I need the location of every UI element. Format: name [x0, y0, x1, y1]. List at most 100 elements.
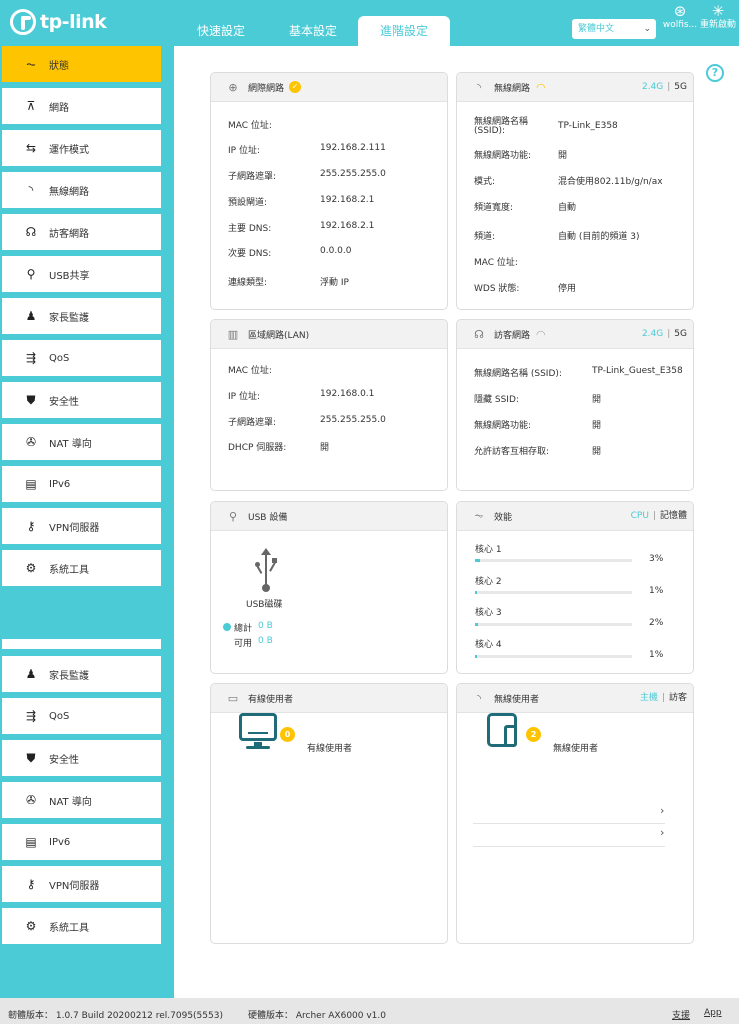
tab-basic[interactable]: 基本設定	[278, 16, 348, 46]
lan-card-header: ▥ 區域網路(LAN)	[211, 320, 447, 349]
sidebar-item-nat-2[interactable]: ✇ NAT 導向	[2, 782, 161, 818]
tab-advanced[interactable]: 進階設定	[358, 16, 450, 46]
vpn-icon: ⚷	[26, 877, 36, 891]
band-switch: 2.4G | 5G	[641, 82, 687, 92]
tab-quick-setup[interactable]: 快速設定	[186, 16, 256, 46]
memory-tab[interactable]: 記憶體	[660, 511, 687, 521]
sidebar-item-vpn-2[interactable]: ⚷ VPN伺服器	[2, 866, 161, 902]
qos-icon: ⇶	[25, 709, 37, 723]
internet-card-header: ⊕ 網際網路 ✓	[211, 73, 447, 102]
band-5g[interactable]: 5G	[674, 82, 687, 92]
sidebar-item-label: NAT 導向	[49, 438, 92, 450]
monitor-icon: ▭	[227, 691, 239, 705]
sidebar-item-label: 訪客網路	[49, 228, 89, 240]
band-24g[interactable]: 2.4G	[642, 82, 663, 92]
mode-icon: ⇆	[25, 141, 37, 155]
cpu-tab[interactable]: CPU	[631, 511, 649, 521]
sidebar-item-system-tools-2[interactable]: ⚙ 系統工具	[2, 908, 161, 944]
sidebar-item-operation-mode[interactable]: ⇆ 運作模式	[2, 130, 161, 166]
wireless-clients-title: 無線使用者	[494, 694, 540, 705]
chevron-down-icon: ⌄	[643, 24, 651, 34]
sidebar-item-ipv6-2[interactable]: ▤ IPv6	[2, 824, 161, 860]
tp-link-logo[interactable]: tp-link	[10, 9, 107, 35]
sidebar-item-guest[interactable]: ☊ 訪客網路	[2, 214, 161, 250]
sidebar-item-security[interactable]: ⛊ 安全性	[2, 382, 161, 418]
sidebar-separator	[2, 639, 161, 649]
tp-link-logo-icon	[10, 9, 36, 35]
nat-icon: ✇	[25, 435, 37, 449]
host-tab[interactable]: 主機	[640, 693, 658, 703]
band-5g[interactable]: 5G	[674, 329, 687, 339]
sidebar-item-qos-2[interactable]: ⇶ QoS	[2, 698, 161, 734]
wired-count-badge: 0	[280, 727, 295, 742]
usb-symbol-icon	[255, 548, 277, 592]
sidebar-item-label: 安全性	[49, 396, 79, 408]
wireless-card-header: ◝ 無線網路 ◠ 2.4G | 5G	[457, 73, 693, 102]
user-label: wolfis...	[662, 20, 698, 30]
top-header: tp-link 快速設定 基本設定 進階設定 繁體中文 ⌄ ⊛ wolfis..…	[0, 0, 739, 46]
sidebar-item-label: 狀態	[49, 60, 69, 72]
sidebar-item-qos[interactable]: ⇶ QoS	[2, 340, 161, 376]
core-bar	[475, 623, 632, 626]
nat-icon: ✇	[25, 793, 37, 807]
wireless-icon: ◝	[476, 80, 482, 94]
sidebar-item-vpn[interactable]: ⚷ VPN伺服器	[2, 508, 161, 544]
core-label: 核心 1	[475, 545, 502, 555]
network-icon: ⊼	[26, 99, 36, 113]
core-value: 1%	[649, 586, 664, 596]
reboot-button[interactable]: ✳ 重新啟動	[698, 3, 738, 30]
language-value: 繁體中文	[578, 24, 615, 34]
internet-card: ⊕ 網際網路 ✓ MAC 位址: IP 位址: 192.168.2.111 子網路…	[210, 72, 448, 310]
sidebar-item-label: 系統工具	[49, 564, 89, 576]
support-link[interactable]: 支援	[672, 1008, 690, 1021]
usb-icon: ⚲	[228, 509, 238, 523]
guest-tab[interactable]: 訪客	[669, 693, 687, 703]
sidebar-item-security-2[interactable]: ⛊ 安全性	[2, 740, 161, 776]
sidebar-item-ipv6[interactable]: ▤ IPv6	[2, 466, 161, 502]
performance-card-header: ⏦ 效能 CPU | 記憶體	[457, 502, 693, 531]
usb-total-dot	[223, 623, 231, 631]
core-label: 核心 4	[475, 640, 502, 650]
user-icon: ⊛	[673, 2, 687, 20]
sidebar-item-status[interactable]: ⏦ 狀態	[2, 46, 161, 82]
band-24g[interactable]: 2.4G	[642, 329, 663, 339]
sidebar-item-label: 網路	[49, 102, 69, 114]
sidebar-item-network[interactable]: ⊼ 網路	[2, 88, 161, 124]
core-bar	[475, 591, 632, 594]
sidebar-item-label: QoS	[49, 710, 70, 722]
help-icon[interactable]: ?	[706, 64, 724, 82]
sidebar-item-label: 無線網路	[49, 186, 89, 198]
wireless-count-badge: 2	[526, 727, 541, 742]
sidebar-item-label: NAT 導向	[49, 796, 92, 808]
wired-clients-header: ▭ 有線使用者	[211, 684, 447, 713]
core-value: 2%	[649, 618, 664, 628]
chevron-right-icon[interactable]: ›	[660, 826, 664, 839]
sidebar-item-usb[interactable]: ⚲ USB共享	[2, 256, 161, 292]
pulse-icon: ⏦	[26, 56, 36, 71]
qos-icon: ⇶	[25, 351, 37, 365]
hardware-version: 硬體版本： Archer AX6000 v1.0	[248, 1011, 386, 1021]
sidebar-item-nat[interactable]: ✇ NAT 導向	[2, 424, 161, 460]
band-switch: 2.4G | 5G	[641, 329, 687, 339]
sidebar-item-label: USB共享	[49, 270, 90, 282]
sidebar-item-wireless[interactable]: ◝ 無線網路	[2, 172, 161, 208]
core-label: 核心 3	[475, 608, 502, 618]
usb-icon: ⚲	[26, 267, 36, 281]
sidebar-item-parental[interactable]: ♟ 家長監護	[2, 298, 161, 334]
ipv6-icon: ▤	[25, 477, 37, 491]
app-link[interactable]: App	[704, 1008, 722, 1018]
sidebar-item-system-tools[interactable]: ⚙ 系統工具	[2, 550, 161, 586]
wireless-clients-card: ◝ 無線使用者 主機 | 訪客 2 無線使用者 › ›	[456, 683, 694, 944]
user-button[interactable]: ⊛ wolfis...	[660, 3, 700, 30]
chevron-right-icon[interactable]: ›	[660, 804, 664, 817]
core-value: 3%	[649, 554, 664, 564]
wireless-icon: ◝	[28, 183, 34, 197]
core-value: 1%	[649, 650, 664, 660]
gear-icon: ⚙	[25, 561, 37, 575]
language-select[interactable]: 繁體中文 ⌄	[572, 19, 656, 39]
wired-clients-title: 有線使用者	[248, 694, 294, 705]
logo-text: tp-link	[40, 11, 107, 33]
sidebar-item-parental-2[interactable]: ♟ 家長監護	[2, 656, 161, 692]
wifi-icon: ◠	[536, 327, 546, 341]
guest-icon: ☊	[25, 225, 37, 239]
